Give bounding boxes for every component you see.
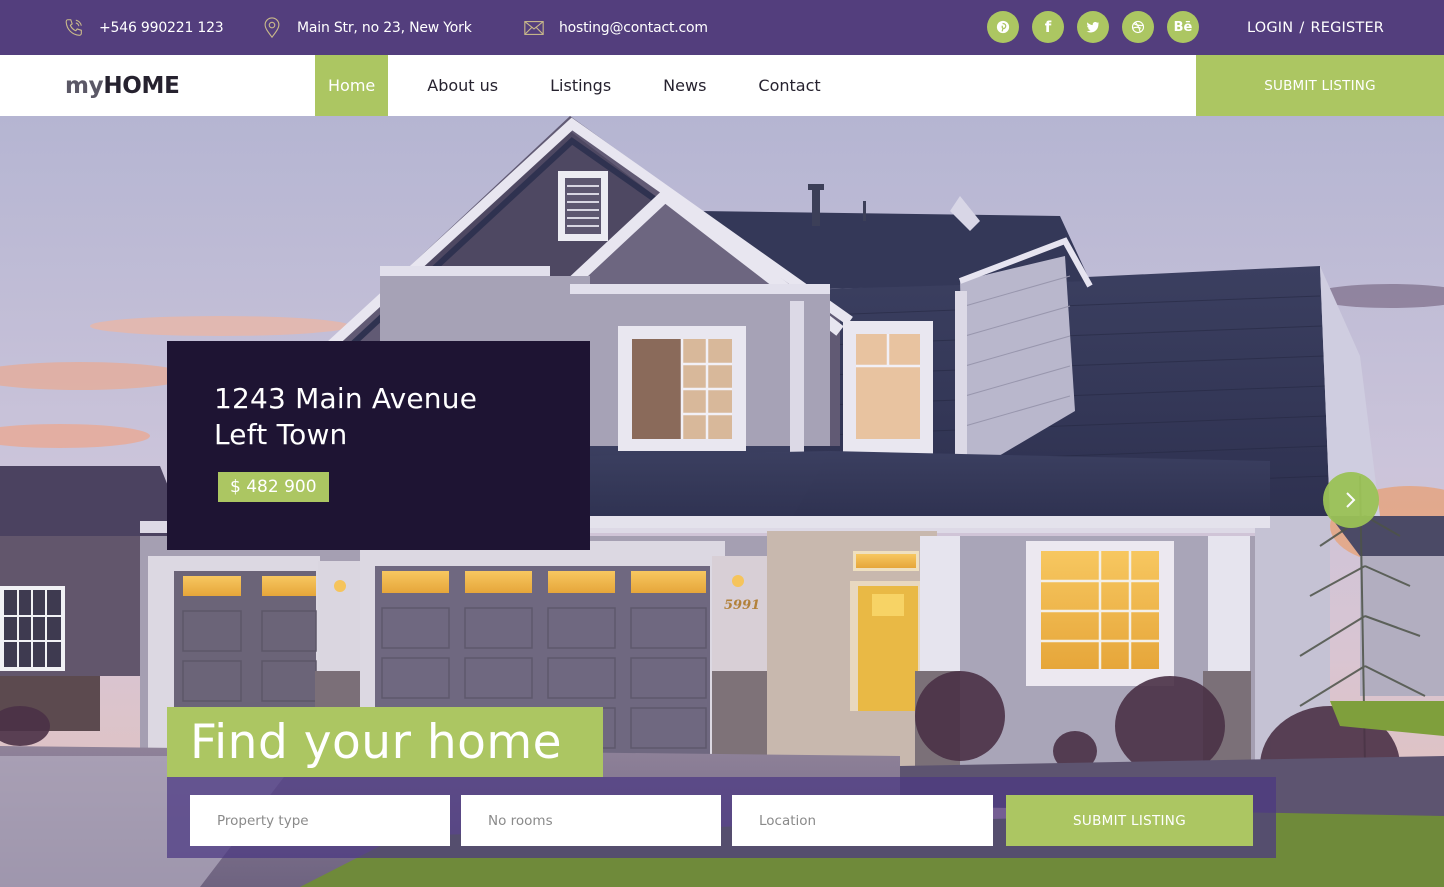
search-submit-listing-button[interactable]: SUBMIT LISTING: [1006, 795, 1253, 846]
pinterest-button[interactable]: [987, 11, 1019, 43]
address-text: Main Str, no 23, New York: [297, 19, 472, 36]
nav-item-contact[interactable]: Contact: [745, 55, 833, 116]
nav-item-news[interactable]: News: [650, 55, 719, 116]
slider-next-button[interactable]: [1323, 472, 1379, 528]
twitter-icon: [1086, 21, 1100, 33]
phone-icon: [63, 17, 85, 39]
contact-phone[interactable]: +546 990221 123: [63, 0, 224, 55]
auth-links: LOGIN / REGISTER: [1247, 0, 1384, 55]
register-link[interactable]: REGISTER: [1310, 20, 1384, 36]
facebook-button[interactable]: f: [1032, 11, 1064, 43]
social-links: f Bē: [987, 11, 1212, 43]
phone-number: +546 990221 123: [99, 19, 224, 36]
dribbble-button[interactable]: [1122, 11, 1154, 43]
property-price-badge: $ 482 900: [218, 472, 329, 502]
property-search-form: SUBMIT LISTING: [167, 777, 1276, 858]
logo-prefix: my: [65, 72, 104, 99]
logo-main: HOME: [103, 72, 180, 99]
contact-address: Main Str, no 23, New York: [261, 0, 472, 55]
contact-email[interactable]: hosting@contact.com: [523, 0, 708, 55]
login-link[interactable]: LOGIN: [1247, 20, 1293, 36]
top-bar: +546 990221 123 Main Str, no 23, New Yor…: [0, 0, 1444, 55]
main-navbar: my HOME Home About us Listings News Conta…: [0, 55, 1444, 116]
twitter-button[interactable]: [1077, 11, 1109, 43]
email-address: hosting@contact.com: [559, 19, 708, 36]
nav-item-listings[interactable]: Listings: [537, 55, 624, 116]
chevron-right-icon: [1346, 492, 1356, 508]
map-pin-icon: [261, 16, 283, 39]
facebook-icon: f: [1044, 18, 1052, 36]
hero-headline: Find your home: [167, 707, 603, 777]
property-type-input[interactable]: [190, 795, 450, 846]
nav-item-about-us[interactable]: About us: [414, 55, 511, 116]
site-logo[interactable]: my HOME: [65, 55, 180, 116]
house-number: 5991: [724, 598, 760, 613]
rooms-input[interactable]: [461, 795, 721, 846]
behance-icon: Bē: [1173, 19, 1193, 35]
pinterest-icon: [996, 20, 1010, 34]
nav-menu: Home About us Listings News Contact: [315, 55, 860, 116]
property-address-line1: 1243 Main Avenue: [214, 382, 478, 415]
featured-property-card[interactable]: 1243 Main Avenue Left Town $ 482 900: [167, 341, 590, 550]
hero-slider: 5991 1243 Main Avenue Left Town $ 482 90…: [0, 116, 1444, 887]
property-address-line2: Left Town: [214, 418, 348, 451]
property-title: 1243 Main Avenue Left Town: [214, 381, 477, 453]
location-input[interactable]: [732, 795, 993, 846]
auth-separator: /: [1299, 19, 1305, 36]
nav-submit-listing-button[interactable]: SUBMIT LISTING: [1196, 55, 1444, 116]
envelope-icon: [523, 17, 545, 39]
nav-item-home[interactable]: Home: [315, 55, 389, 116]
behance-button[interactable]: Bē: [1167, 11, 1199, 43]
dribbble-icon: [1131, 20, 1145, 34]
